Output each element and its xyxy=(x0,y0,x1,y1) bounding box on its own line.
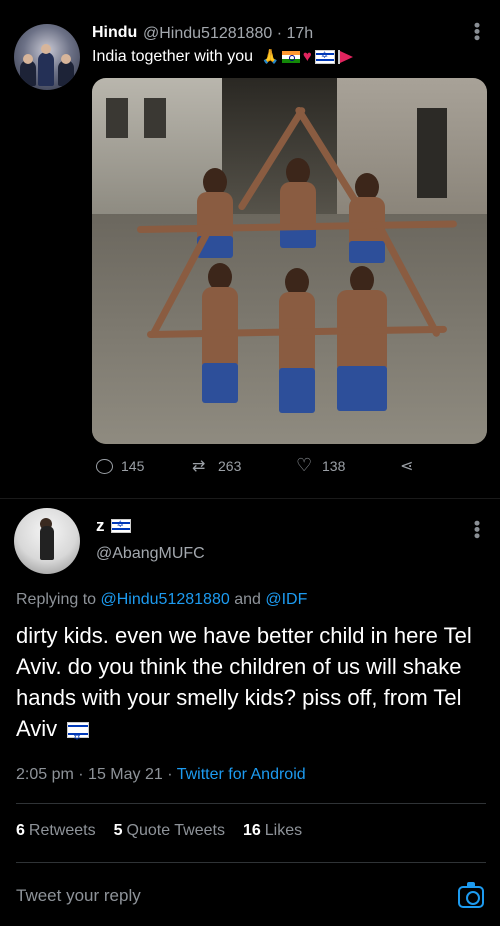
tweet-age: 17h xyxy=(286,25,314,42)
tweet-text-content: India together with you xyxy=(92,48,253,65)
display-name-text[interactable]: z xyxy=(96,516,105,536)
avatar[interactable] xyxy=(14,508,80,574)
likes-stat[interactable]: 16 Likes xyxy=(243,822,302,840)
separator-dot: · xyxy=(276,25,287,42)
tweet-stats: 6 Retweets 5 Quote Tweets 16 Likes xyxy=(16,822,302,840)
divider xyxy=(16,862,486,863)
separator-dot: · xyxy=(78,766,89,783)
tweet-source-link[interactable]: Twitter for Android xyxy=(177,766,306,783)
photo-child xyxy=(274,268,320,418)
reply-icon[interactable] xyxy=(96,458,113,474)
user-handle-and-time[interactable]: @Hindu51281880 · 17h xyxy=(143,25,313,43)
replying-to: Replying to @Hindu51281880 and @IDF xyxy=(16,591,307,609)
like-action[interactable]: ♡ 138 xyxy=(296,457,346,475)
avatar[interactable] xyxy=(14,24,80,90)
tweet-time[interactable]: 2:05 pm xyxy=(16,766,74,783)
avatar-figure xyxy=(38,52,54,86)
quote-tweets-stat[interactable]: 5 Quote Tweets xyxy=(114,822,225,840)
more-options-icon[interactable]: ••• xyxy=(467,22,487,41)
likes-count: 16 xyxy=(242,822,261,839)
heart-icon[interactable]: ♡ xyxy=(296,457,314,475)
reply-action[interactable]: 145 xyxy=(96,458,144,474)
photo-door xyxy=(417,108,447,198)
red-flag-icon xyxy=(337,49,354,64)
share-action[interactable]: ⋖ xyxy=(400,458,418,474)
quote-tweets-label: Quote Tweets xyxy=(126,822,225,839)
tweet-text: India together with you 🙏 ♥ xyxy=(92,48,354,66)
retweets-count: 6 xyxy=(16,822,25,839)
retweet-count: 263 xyxy=(218,458,242,474)
folded-hands-icon: 🙏 xyxy=(261,48,279,65)
reply-count: 145 xyxy=(121,458,145,474)
quote-tweets-count: 5 xyxy=(113,822,123,839)
emoji-group: 🙏 ♥ xyxy=(261,48,353,65)
replying-to-user-link[interactable]: @Hindu51281880 xyxy=(101,591,230,608)
israel-flag-icon xyxy=(110,519,131,533)
retweet-action[interactable]: ⇄ 263 xyxy=(192,458,242,475)
replying-and: and xyxy=(234,591,261,608)
likes-label: Likes xyxy=(264,822,303,839)
retweet-icon[interactable]: ⇄ xyxy=(192,458,210,474)
replying-to-user-link[interactable]: @IDF xyxy=(265,591,307,608)
separator-dot: · xyxy=(167,766,177,783)
display-name[interactable]: z xyxy=(96,516,131,536)
share-icon[interactable]: ⋖ xyxy=(400,458,418,474)
like-count: 138 xyxy=(322,458,346,474)
avatar-figure xyxy=(40,526,54,560)
photo-window xyxy=(106,98,128,138)
photo-child xyxy=(275,158,321,248)
india-flag-icon xyxy=(281,50,300,63)
tweet-original[interactable]: Hindu @Hindu51281880 · 17h ••• India tog… xyxy=(0,0,500,500)
photo-child xyxy=(332,266,392,416)
tweet-metadata: 2:05 pm · 15 May 21 · Twitter for Androi… xyxy=(16,766,306,784)
retweets-label: Retweets xyxy=(28,822,96,839)
retweets-stat[interactable]: 6 Retweets xyxy=(16,822,96,840)
user-handle[interactable]: @Hindu51281880 xyxy=(143,25,272,42)
divider xyxy=(0,498,500,499)
red-heart-icon: ♥ xyxy=(302,48,312,66)
photo-window xyxy=(144,98,166,138)
israel-flag-icon xyxy=(314,49,335,64)
israel-flag-icon xyxy=(67,722,90,754)
divider xyxy=(16,803,486,804)
avatar-figure-head xyxy=(23,54,33,64)
tweet-actions: 145 ⇄ 263 ♡ 138 ⋖ xyxy=(96,457,426,482)
replying-prefix: Replying to xyxy=(16,591,97,608)
reply-input[interactable] xyxy=(16,886,436,906)
photo-child xyxy=(197,263,243,413)
tweet-photo[interactable] xyxy=(92,78,487,444)
avatar-figure-head xyxy=(41,44,51,54)
tweet-text: dirty kids. even we have better child in… xyxy=(16,620,496,754)
camera-icon[interactable] xyxy=(458,882,484,908)
display-name[interactable]: Hindu xyxy=(92,24,137,42)
reply-bar xyxy=(0,864,500,926)
more-options-icon[interactable]: ••• xyxy=(467,520,487,539)
tweet-date[interactable]: 15 May 21 xyxy=(88,766,163,783)
avatar-figure-head xyxy=(61,54,71,64)
user-handle[interactable]: @AbangMUFC xyxy=(96,545,205,563)
